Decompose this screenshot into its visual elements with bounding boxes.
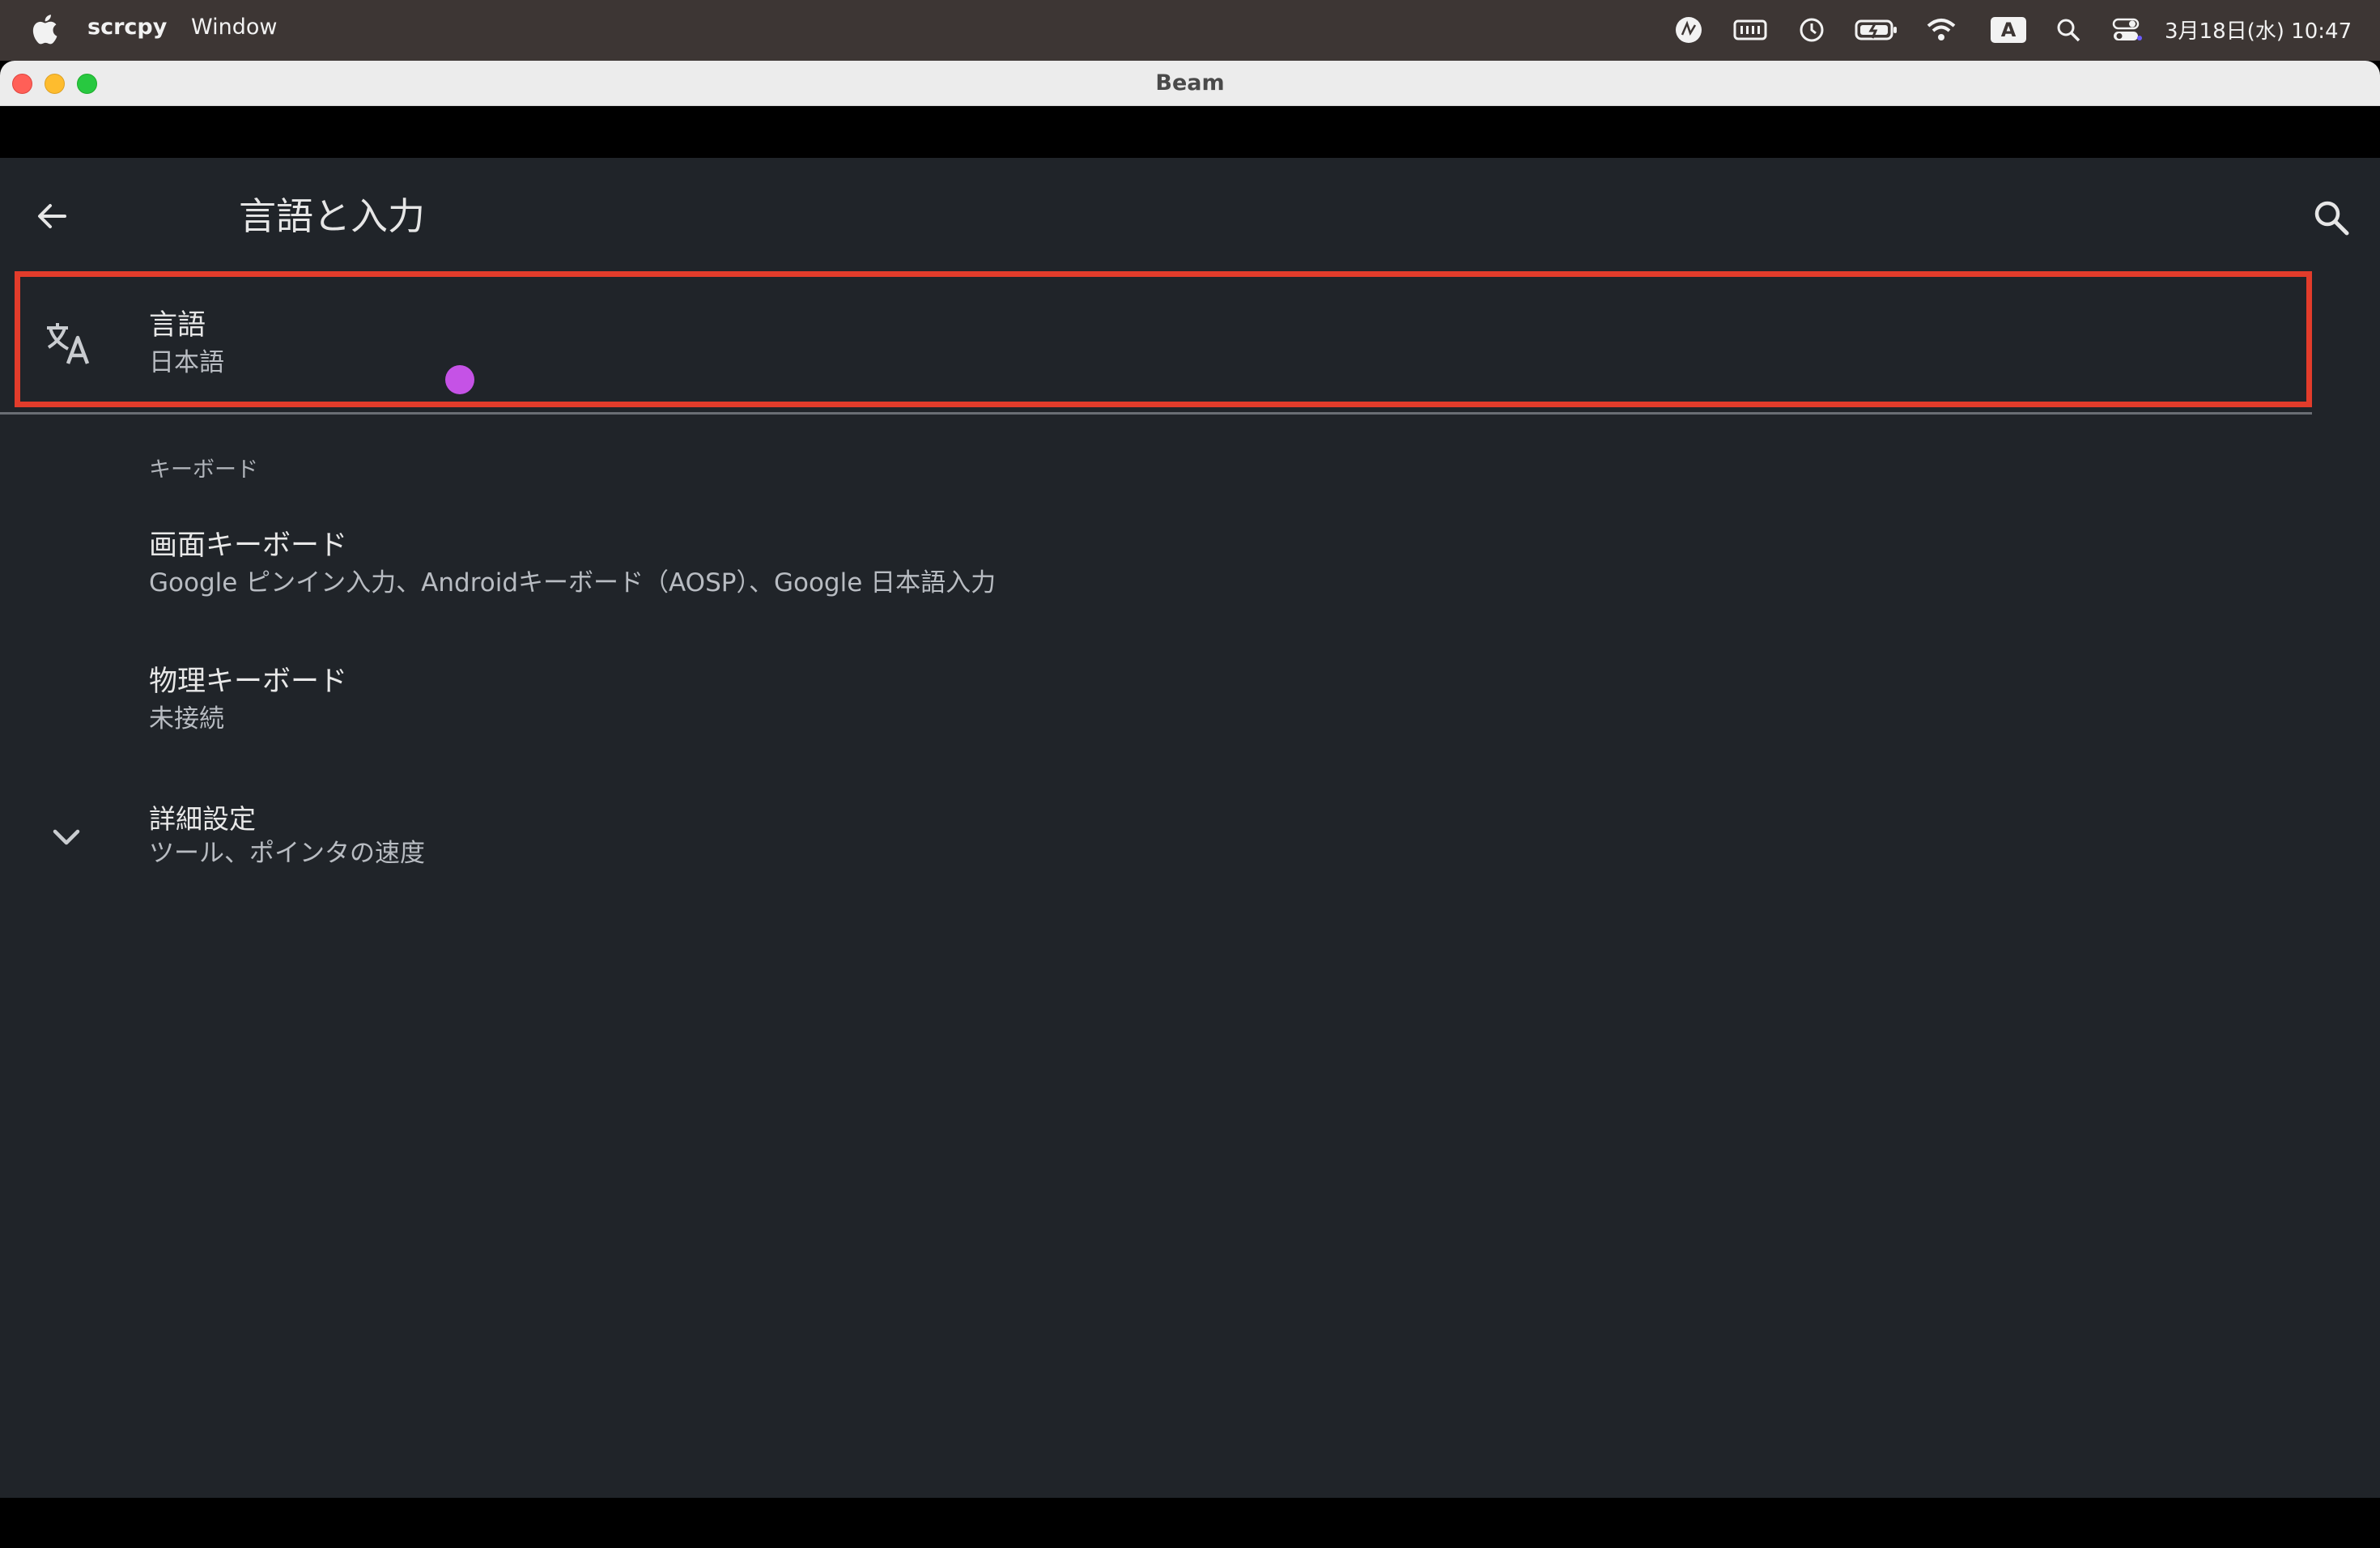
bottom-black-bar [0, 1498, 2380, 1548]
page-title: 言語と入力 [239, 194, 425, 238]
spotlight-icon[interactable] [2055, 15, 2082, 45]
input-indicator: A [1991, 17, 2026, 43]
keyboard-section-header: キーボード [149, 457, 258, 483]
macos-menu-bar: scrcpy Window A 3月18日(水) 10:47 [0, 0, 2380, 61]
arrow-back-icon [38, 204, 66, 228]
battery-icon[interactable] [1854, 15, 1899, 45]
chevron-down-icon [53, 829, 80, 845]
keyboard-icon[interactable] [1732, 15, 1768, 45]
time-machine-icon[interactable] [1797, 15, 1826, 45]
input-source-icon[interactable]: A [1990, 15, 2027, 45]
control-center-icon[interactable] [2111, 15, 2144, 45]
window-titlebar[interactable]: Beam [0, 61, 2380, 106]
physical-keyboard-summary: 未接続 [149, 704, 224, 734]
search-icon [2314, 201, 2349, 236]
physical-keyboard-preference[interactable]: 物理キーボード 未接続 [0, 652, 2380, 773]
divider [0, 412, 2312, 415]
menu-clock[interactable]: 3月18日(水) 10:47 [2165, 15, 2352, 45]
physical-keyboard-title: 物理キーボード [149, 666, 348, 698]
highlight-annotation [15, 271, 2312, 407]
advanced-summary: ツール、ポインタの速度 [149, 839, 425, 868]
menu-window[interactable]: Window [191, 15, 277, 40]
touch-indicator [445, 365, 474, 394]
beam-window: Beam 言語と入力 言語 日本語 キーボード 画面キーボード Google ピ… [0, 61, 2380, 1548]
onscreen-keyboard-preference[interactable]: 画面キーボード Google ピンイン入力、Androidキーボード（AOSP）… [0, 514, 2380, 636]
window-title: Beam [1155, 70, 1225, 96]
menu-app-name[interactable]: scrcpy [87, 15, 167, 40]
app-bar: 言語と入力 [0, 158, 2380, 275]
wifi-icon[interactable] [1925, 15, 1957, 45]
onscreen-keyboard-summary: Google ピンイン入力、Androidキーボード（AOSP）、Google … [149, 568, 997, 598]
apple-logo-icon[interactable] [31, 13, 58, 45]
back-button[interactable] [29, 194, 74, 239]
onscreen-keyboard-title: 画面キーボード [149, 529, 348, 562]
android-settings-screen: 言語と入力 言語 日本語 キーボード 画面キーボード Google ピンイン入力… [0, 158, 2380, 1498]
search-button[interactable] [2309, 195, 2354, 240]
advanced-title: 詳細設定 [149, 803, 256, 835]
advanced-preference[interactable]: 詳細設定 ツール、ポインタの速度 [0, 789, 2380, 911]
accessibility-icon[interactable] [1672, 15, 1705, 45]
